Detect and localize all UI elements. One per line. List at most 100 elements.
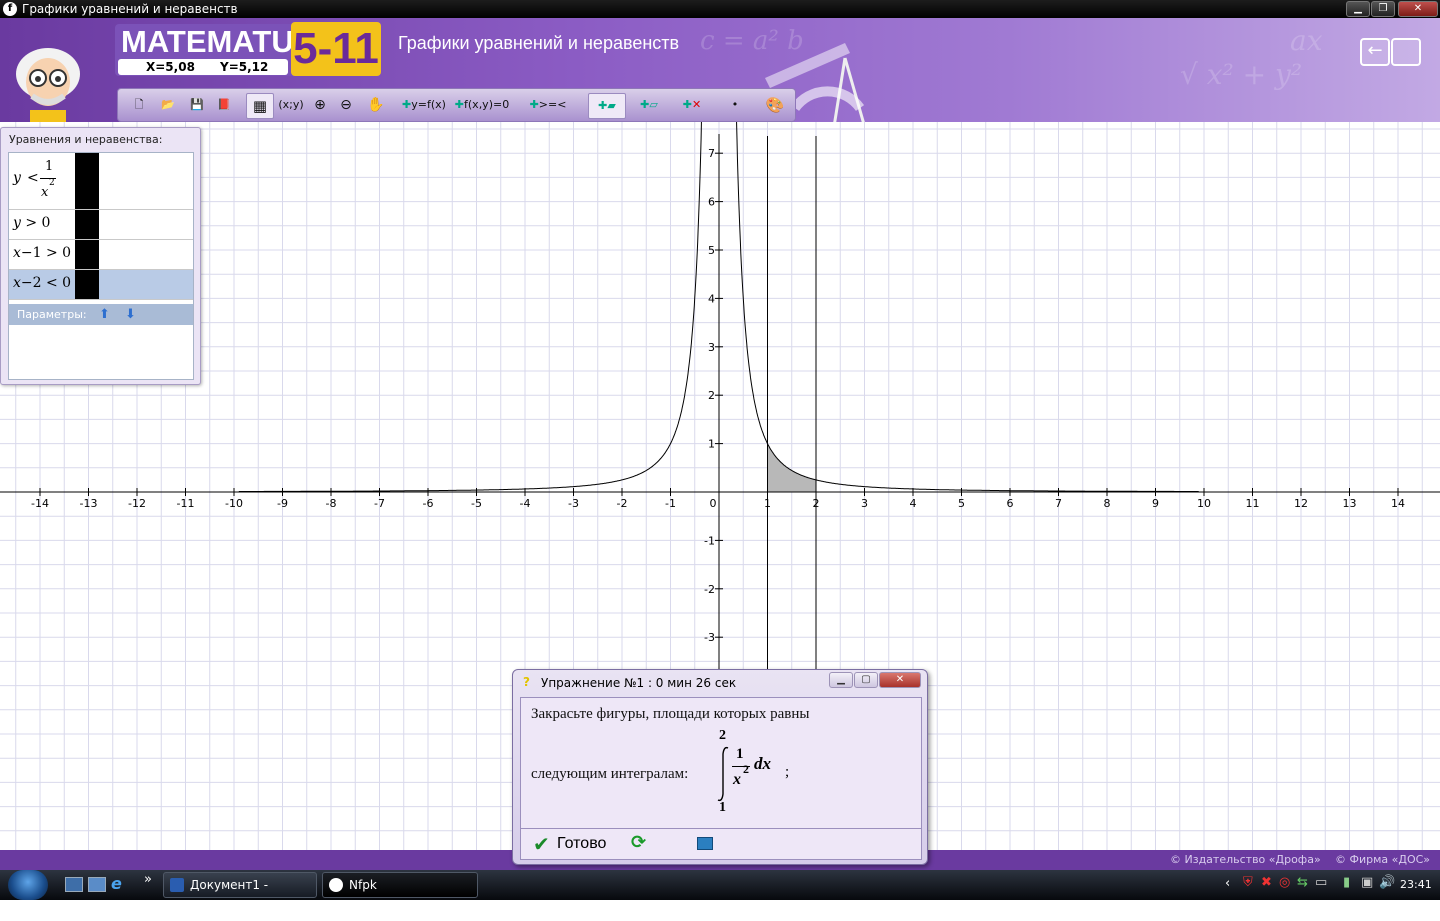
refresh-icon[interactable]: ⟳: [631, 832, 646, 853]
tray-monitor-icon[interactable]: ▣: [1361, 875, 1373, 890]
y-tick-label: 1: [708, 438, 715, 451]
app-title: Графики уравнений и неравенств: [398, 33, 680, 53]
equations-panel-title: Уравнения и неравенства:: [9, 133, 163, 146]
zoom-in-icon[interactable]: ⊕: [310, 93, 330, 117]
internet-explorer-icon[interactable]: e: [111, 874, 122, 893]
equation-row[interactable]: y < 1 x 2: [9, 153, 193, 210]
x-tick-label: 13: [1343, 497, 1357, 510]
delete-icon[interactable]: ✚✕: [674, 93, 710, 117]
y-tick-label: 5: [708, 244, 715, 257]
task-word-document[interactable]: Документ1 - Micros...: [163, 872, 317, 916]
x-tick-label: -5: [471, 497, 482, 510]
tray-power-icon[interactable]: ▮: [1343, 875, 1350, 890]
y-tick-label: 2: [708, 389, 715, 402]
tray-expand-icon[interactable]: ‹: [1225, 876, 1230, 891]
equation-row-selected[interactable]: x−2 < 0: [9, 270, 193, 300]
x-tick-label: 14: [1391, 497, 1405, 510]
tray-shield-icon[interactable]: ⛨: [1243, 875, 1253, 890]
x-tick-label: 4: [910, 497, 917, 510]
show-desktop-icon[interactable]: [65, 877, 83, 892]
app-header: c = a² b √ x² + y² ax MATEMATUKA 5-11 X=…: [0, 18, 1440, 122]
x-tick-label: 5: [958, 497, 965, 510]
calculator-icon[interactable]: [697, 837, 713, 850]
equation-color-swatch[interactable]: [75, 270, 99, 299]
copyright-firm: © Фирма «ДОС»: [1335, 853, 1431, 866]
x-tick-label: 0: [710, 497, 717, 510]
x-tick-label: 2: [813, 497, 820, 510]
x-tick-label: -13: [80, 497, 98, 510]
x-tick-label: 12: [1294, 497, 1308, 510]
equation-row[interactable]: x−1 > 0: [9, 240, 193, 270]
switch-windows-icon[interactable]: [88, 877, 106, 892]
app-icon: f: [3, 2, 17, 16]
y-tick-label: 6: [708, 196, 715, 209]
fill-icon[interactable]: ✚▰: [588, 93, 626, 119]
copyright-publisher: © Издательство «Дрофа»: [1170, 853, 1321, 866]
tray-display-icon[interactable]: ▭: [1315, 875, 1327, 890]
equation-text: x−1 > 0: [13, 245, 72, 261]
quicklaunch-more[interactable]: »: [144, 872, 152, 887]
x-tick-label: -3: [568, 497, 579, 510]
ready-button[interactable]: Готово: [557, 835, 606, 853]
y-tick-label: 7: [708, 147, 715, 160]
x-tick-label: 6: [1007, 497, 1014, 510]
point-icon[interactable]: •: [726, 93, 744, 117]
y-tick-label: -2: [704, 583, 715, 596]
add-inequality-button[interactable]: ✚>=<: [526, 93, 570, 117]
window-mode-button[interactable]: [1391, 38, 1421, 66]
tray-target-icon[interactable]: ◎: [1279, 875, 1290, 890]
grid-icon[interactable]: ▦: [246, 93, 274, 119]
palette-icon[interactable]: 🎨: [764, 93, 786, 117]
zoom-out-icon[interactable]: ⊖: [336, 93, 356, 117]
close-button[interactable]: ✕: [1398, 1, 1438, 17]
move-up-icon[interactable]: ⬆: [99, 304, 110, 325]
x-tick-label: 9: [1152, 497, 1159, 510]
equation-color-swatch[interactable]: [75, 153, 99, 209]
exercise-footer: ✔ Готово ⟳: [520, 828, 922, 860]
eraser-icon[interactable]: ✚▱: [630, 93, 668, 117]
x-tick-label: -8: [326, 497, 337, 510]
clock: 23:41: [1400, 878, 1432, 891]
equation-color-swatch[interactable]: [75, 240, 99, 269]
cursor-coordinates: X=5,08 Y=5,12: [118, 59, 288, 75]
x-tick-label: -9: [277, 497, 288, 510]
word-icon: [170, 878, 184, 892]
restore-button[interactable]: ❐: [1371, 1, 1395, 17]
dialog-close-button[interactable]: ✕: [879, 672, 921, 688]
dialog-minimize-button[interactable]: ▁: [829, 672, 853, 688]
x-tick-label: 8: [1104, 497, 1111, 510]
logo: MATEMATUKA 5-11 X=5,08 Y=5,12: [115, 22, 381, 76]
app-icon: [329, 878, 343, 892]
equation-color-swatch[interactable]: [75, 210, 99, 239]
task-nfpk[interactable]: Nfpk: [322, 872, 478, 898]
minimize-button[interactable]: ▁: [1346, 1, 1370, 17]
save-icon[interactable]: 💾: [188, 93, 206, 117]
add-function-button[interactable]: ✚y=f(x): [396, 93, 452, 117]
exercise-title: Упражнение №1 : 0 мин 26 сек: [541, 676, 737, 690]
y-tick-label: -1: [704, 534, 715, 547]
hand-icon[interactable]: ✋: [366, 93, 386, 117]
exercise-task-line2: следующим интегралам:: [531, 766, 689, 782]
window-title-bar: f Графики уравнений и неравенств ▁ ❐ ✕: [0, 0, 1440, 18]
tray-antivirus-icon[interactable]: ✖: [1261, 875, 1272, 890]
new-icon[interactable]: 🗋: [130, 93, 148, 117]
coord-y: Y=5,12: [220, 60, 269, 74]
add-implicit-button[interactable]: ✚f(x,y)=0: [452, 93, 512, 117]
dialog-restore-button[interactable]: ▢: [854, 672, 878, 688]
equations-list: y < 1 x 2 y > 0 x−1 > 0 x−2 < 0 Параметр…: [8, 152, 194, 380]
equation-text: y > 0: [13, 215, 51, 231]
x-tick-label: -14: [31, 497, 49, 510]
move-down-icon[interactable]: ⬇: [125, 304, 136, 325]
y-tick-label: 3: [708, 341, 715, 354]
x-tick-label: -2: [617, 497, 628, 510]
coordinates-button[interactable]: (x;y): [276, 93, 306, 117]
exercise-body: Закрасьте фигуры, площади которых равны …: [520, 697, 922, 829]
equation-row[interactable]: y > 0: [9, 210, 193, 240]
tray-volume-icon[interactable]: 🔊: [1379, 875, 1395, 890]
tray-network-icon[interactable]: ⇆: [1297, 875, 1308, 890]
back-button[interactable]: ←: [1360, 38, 1390, 66]
book-icon[interactable]: 📕: [214, 93, 234, 117]
start-button[interactable]: [8, 870, 48, 900]
x-tick-label: -6: [423, 497, 434, 510]
open-icon[interactable]: 📂: [158, 93, 178, 117]
